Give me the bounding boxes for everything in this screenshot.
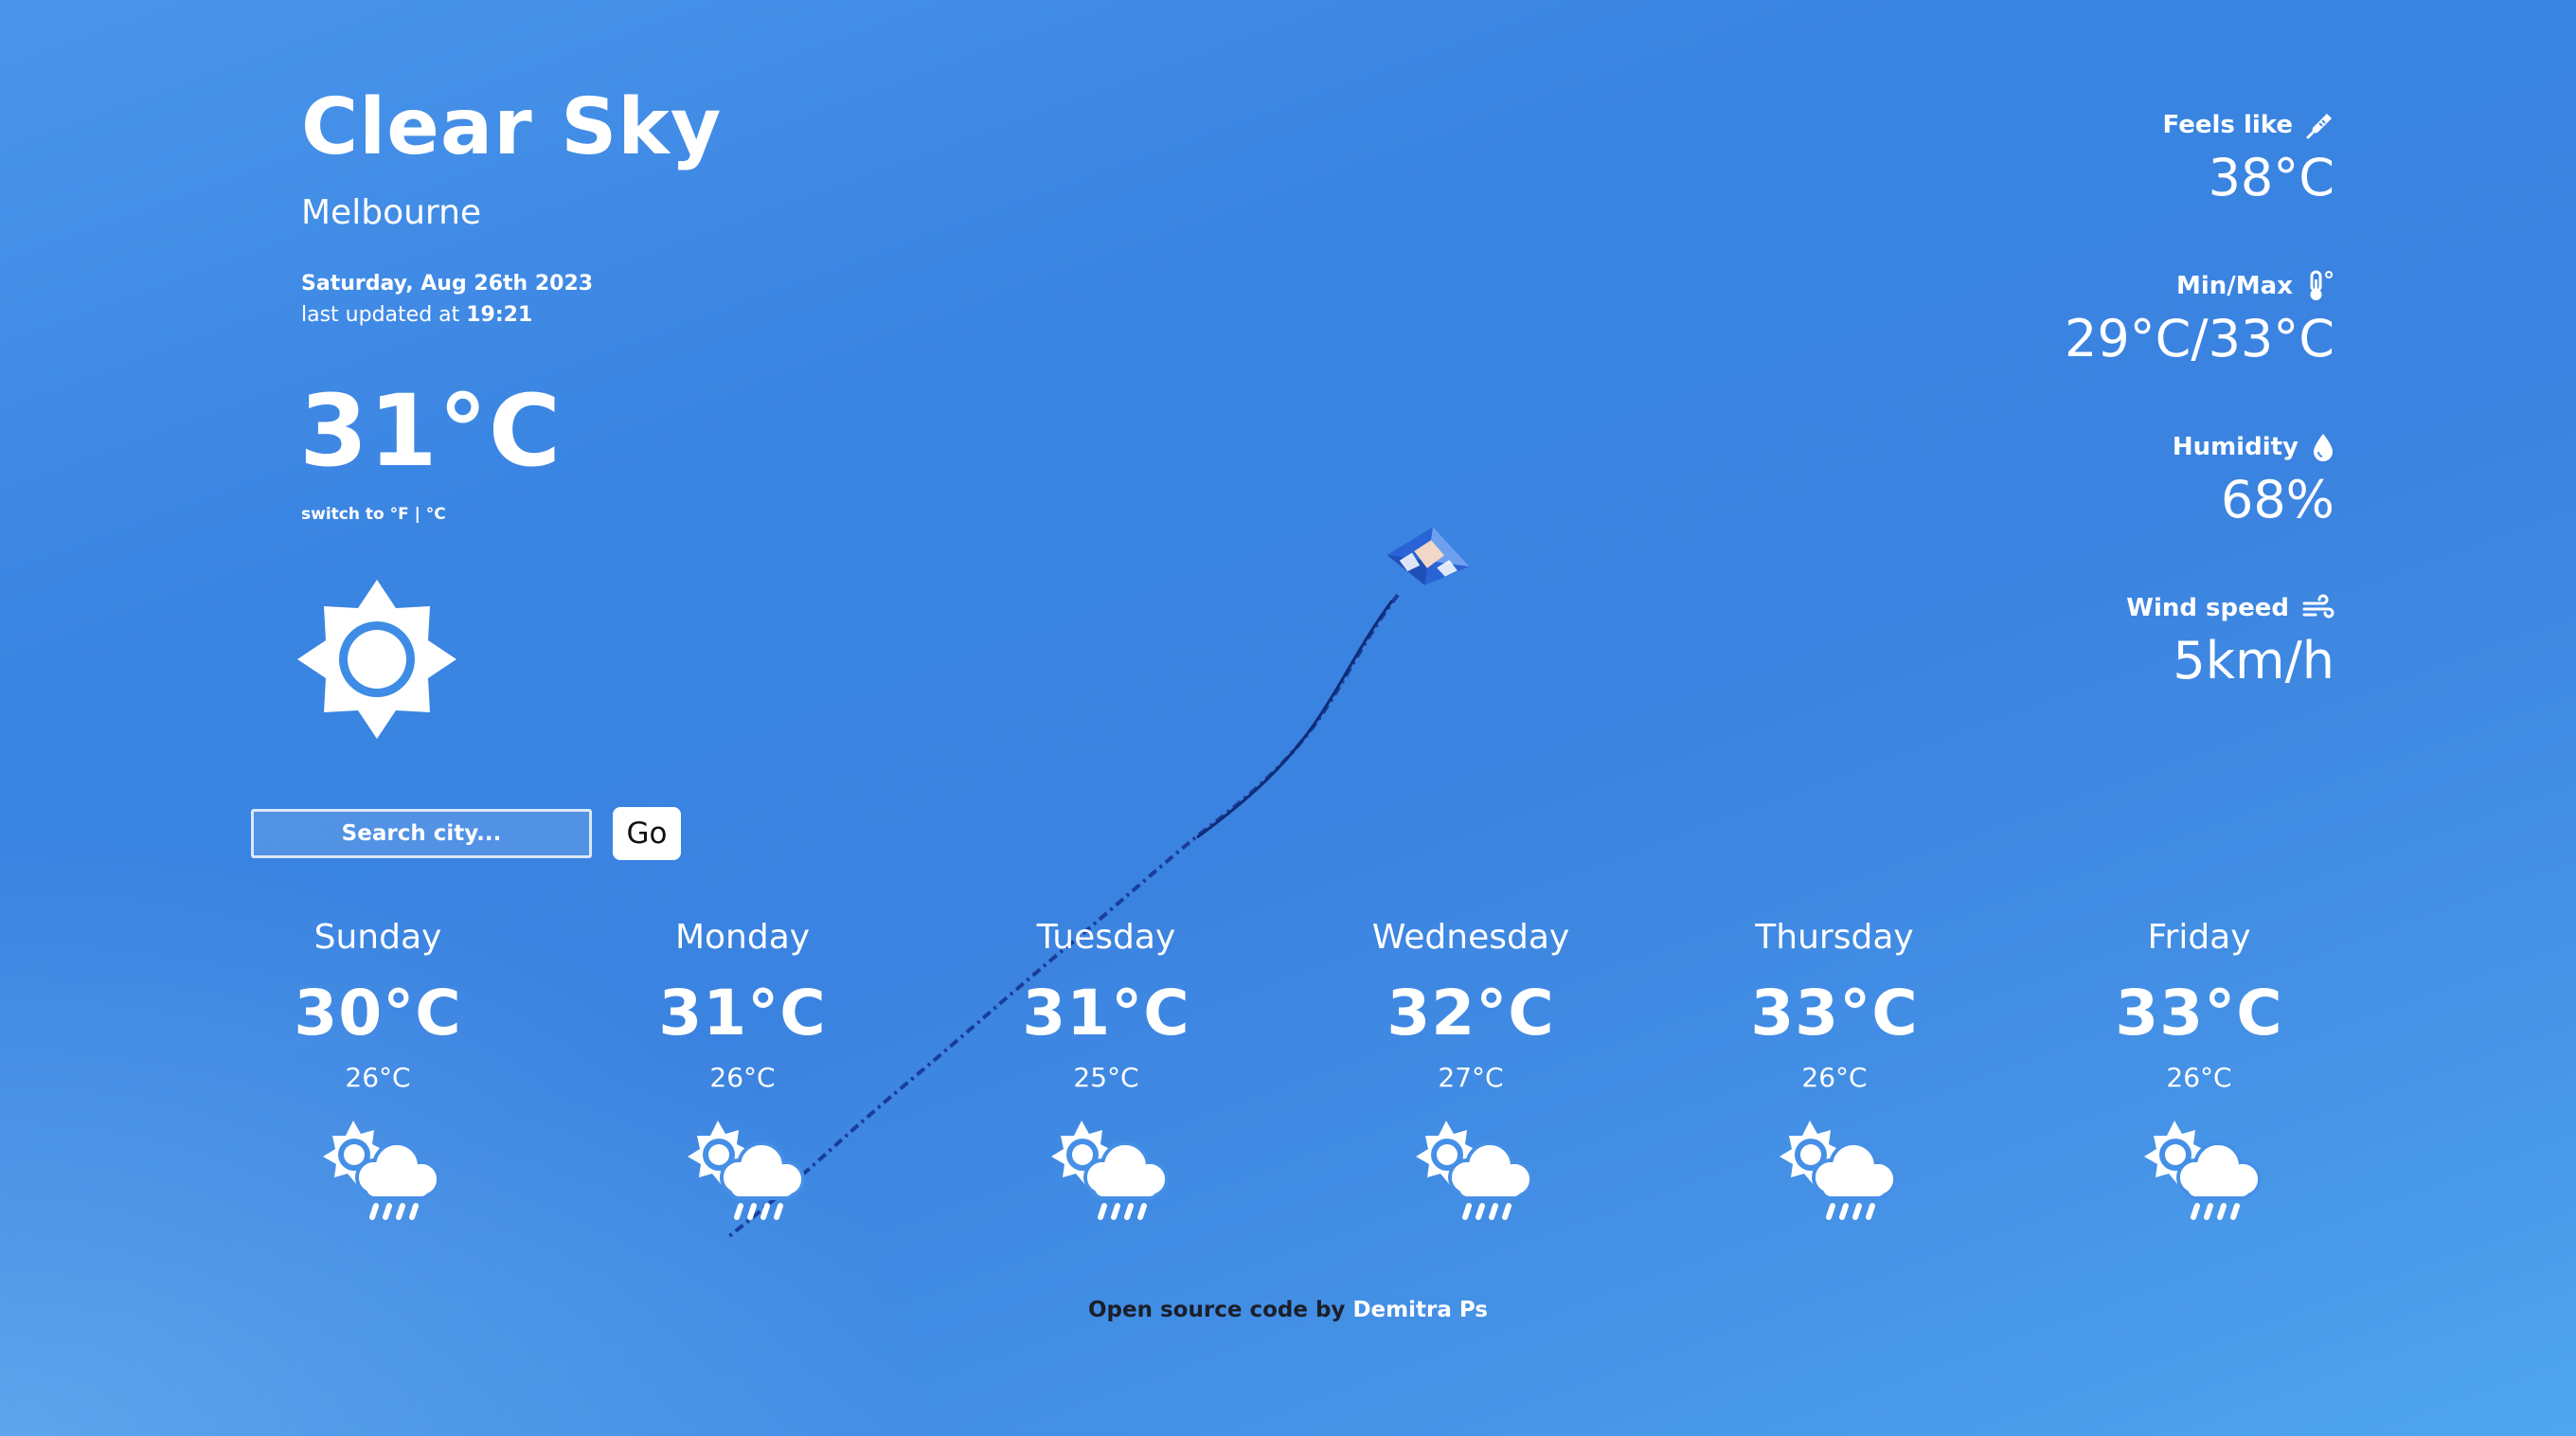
forecast-day: Wednesday 32°C 27°C (1338, 919, 1603, 1225)
sun-cloud-rain-icon (2133, 1119, 2265, 1225)
forecast-day: Thursday 33°C 26°C (1702, 919, 1967, 1225)
min-max-value: 29°C/33°C (2064, 309, 2334, 368)
forecast-max-temp: 30°C (294, 977, 462, 1050)
forecast-min-temp: 26°C (345, 1061, 411, 1093)
stat-min-max: Min/Max 29°C/33°C (2065, 267, 2334, 370)
unit-switch-link[interactable]: switch to °F | °C (301, 505, 446, 524)
forecast-min-temp: 27°C (1438, 1061, 1504, 1093)
sun-cloud-rain-icon (1040, 1119, 1172, 1225)
stat-feels-like: Feels like 38°C (2163, 106, 2334, 209)
sun-cloud-rain-icon (1768, 1119, 1901, 1225)
forecast-day-name: Tuesday (1036, 918, 1176, 957)
feels-like-label: Feels like (2162, 111, 2293, 139)
forecast-day: Friday 33°C 26°C (2066, 919, 2332, 1225)
stat-wind-speed: Wind speed 5km/h (2126, 589, 2334, 692)
forecast-day-name: Friday (2147, 918, 2251, 957)
forecast-day-name: Sunday (313, 918, 442, 957)
humidity-label: Humidity (2172, 433, 2299, 461)
forecast-day-name: Monday (674, 918, 811, 957)
forecast-max-temp: 33°C (1750, 977, 1919, 1050)
stat-humidity: Humidity 68% (2173, 428, 2334, 531)
wind-icon (2302, 594, 2334, 619)
footer-by-text: by (1307, 1298, 1353, 1322)
droplet-icon (2314, 434, 2333, 461)
current-temperature: 31°C (299, 373, 563, 489)
sun-cloud-rain-icon (312, 1119, 444, 1225)
author-link[interactable]: Demitra Ps (1352, 1298, 1488, 1322)
forecast-day: Monday 31°C 26°C (610, 919, 875, 1225)
current-date: Saturday, Aug 26th 2023 (301, 272, 594, 296)
sun-icon (297, 580, 456, 739)
wind-speed-label: Wind speed (2126, 594, 2289, 622)
feels-like-value: 38°C (2208, 148, 2334, 207)
search-city-input[interactable] (251, 809, 592, 858)
forecast-max-temp: 31°C (658, 977, 827, 1050)
forecast-max-temp: 31°C (1022, 977, 1190, 1050)
forecast-min-temp: 26°C (709, 1061, 776, 1093)
thermometer-pen-icon (2306, 114, 2332, 139)
footer: Open source code by Demitra Ps (0, 1298, 2576, 1322)
sun-cloud-rain-icon (1404, 1119, 1537, 1225)
thermometer-icon (2310, 270, 2333, 300)
last-updated: last updated at 19:21 (301, 303, 532, 328)
forecast-min-temp: 25°C (1073, 1061, 1139, 1093)
last-updated-label: last updated at (301, 303, 467, 327)
forecast-max-temp: 33°C (2115, 977, 2283, 1050)
humidity-value: 68% (2220, 470, 2334, 530)
forecast-day: Tuesday 31°C 25°C (974, 919, 1239, 1225)
min-max-label: Min/Max (2176, 272, 2293, 300)
last-updated-time: 19:21 (466, 303, 533, 327)
forecast-min-temp: 26°C (1801, 1061, 1868, 1093)
wind-speed-value: 5km/h (2173, 631, 2334, 691)
sun-cloud-rain-icon (676, 1119, 809, 1225)
source-code-link[interactable]: Open source code (1088, 1298, 1308, 1322)
forecast-max-temp: 32°C (1386, 977, 1555, 1050)
forecast-day: Sunday 30°C 26°C (245, 919, 510, 1225)
forecast-day-name: Wednesday (1371, 918, 1570, 957)
city-name: Melbourne (301, 193, 482, 232)
go-button[interactable]: Go (613, 807, 681, 860)
weather-condition: Clear Sky (301, 82, 723, 172)
forecast-day-name: Thursday (1755, 918, 1914, 957)
forecast-min-temp: 26°C (2166, 1061, 2232, 1093)
